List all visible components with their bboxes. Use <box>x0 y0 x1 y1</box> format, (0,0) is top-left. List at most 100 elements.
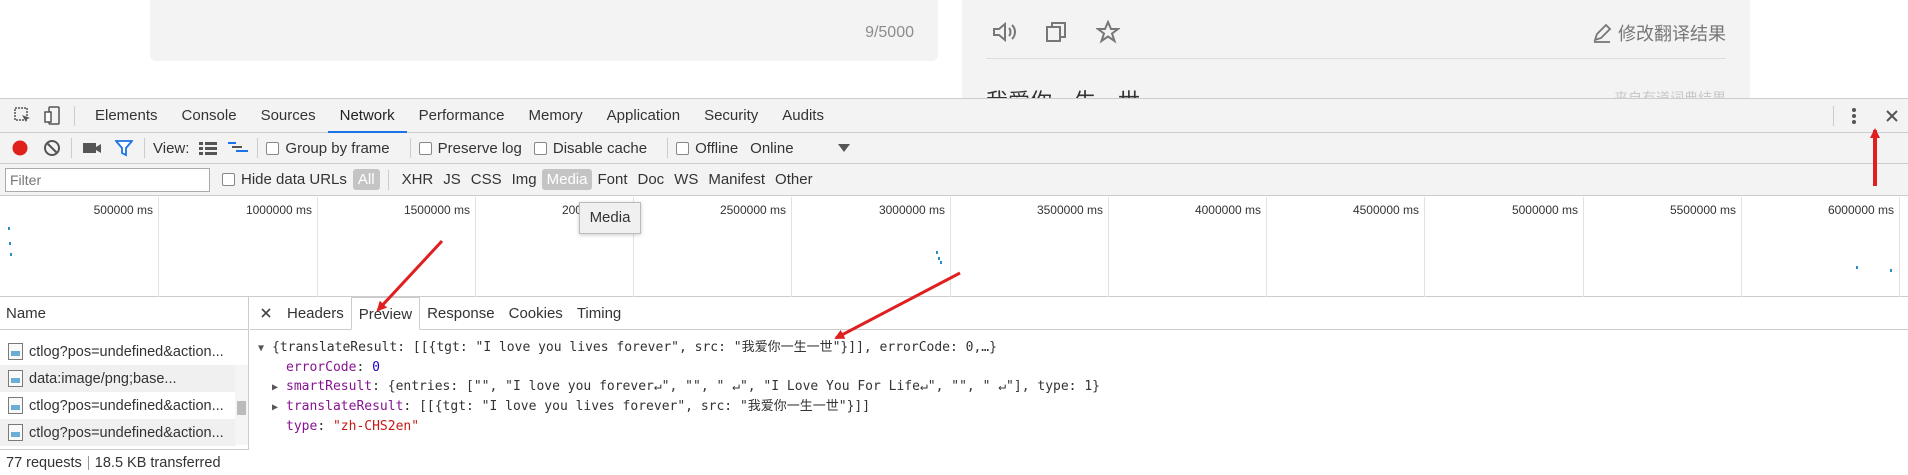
dropdown-arrow-icon <box>837 144 850 152</box>
timeline-tick-label: 1500000 ms <box>403 203 470 217</box>
dictionary-note: 来自有道词典结果 <box>1614 90 1726 98</box>
tab-audits[interactable]: Audits <box>770 99 836 133</box>
preview-smartresult-line[interactable]: ▶ smartResult: {entries: ["", "I love you… <box>258 377 1908 397</box>
toolbar-separator-3 <box>257 138 259 158</box>
request-row[interactable]: data:image/png;base... <box>0 365 236 392</box>
timeline-tick-label: 500000 ms <box>93 203 153 217</box>
disable-cache-box[interactable] <box>533 141 547 155</box>
type-key: type <box>286 419 318 434</box>
source-input-box[interactable]: 9/5000 <box>150 0 938 61</box>
request-row[interactable]: ctlog?pos=undefined&action... <box>0 419 236 446</box>
tab-application[interactable]: Application <box>595 99 692 133</box>
timeline-gridline: 1500000 ms <box>404 197 476 297</box>
preview-root-summary: {translateResult: [[{tgt: "I love you li… <box>272 340 997 355</box>
timeline-tick-label: 4500000 ms <box>1352 203 1419 217</box>
detail-tab-cookies[interactable]: Cookies <box>502 297 570 330</box>
more-options-icon[interactable] <box>1842 101 1866 131</box>
hide-data-urls-box[interactable] <box>222 173 235 186</box>
edit-result-link[interactable]: 修改翻译结果 <box>1592 20 1726 46</box>
network-toolbar: View: Group by frame Preserve log Disabl… <box>0 133 1908 164</box>
disable-cache-checkbox[interactable]: Disable cache <box>533 140 647 157</box>
group-by-frame-box[interactable] <box>266 141 280 155</box>
waterfall-overview-icon[interactable] <box>227 137 249 159</box>
record-icon[interactable] <box>9 137 31 159</box>
detail-tab-headers[interactable]: Headers <box>280 297 351 330</box>
collapsed-triangle-icon[interactable]: ▶ <box>272 378 286 397</box>
tab-elements[interactable]: Elements <box>83 99 170 133</box>
timeline-tick-label: 3500000 ms <box>1036 203 1103 217</box>
star-icon[interactable] <box>1094 18 1122 46</box>
toolbar-separator-5 <box>667 138 669 158</box>
type-filter-manifest[interactable]: Manifest <box>703 169 770 190</box>
preserve-log-label: Preserve log <box>437 139 522 157</box>
tab-console[interactable]: Console <box>170 99 249 133</box>
translateresult-key: translateResult <box>286 399 404 414</box>
type-filter-media[interactable]: Media <box>541 169 593 190</box>
speaker-icon[interactable] <box>990 18 1018 46</box>
large-rows-icon[interactable] <box>197 137 219 159</box>
request-list-scrollbar[interactable] <box>235 365 248 445</box>
image-file-icon <box>8 424 23 441</box>
clear-icon[interactable] <box>41 137 63 159</box>
copy-icon[interactable] <box>1042 18 1070 46</box>
type-filter-doc[interactable]: Doc <box>632 169 669 190</box>
preserve-log-box[interactable] <box>418 141 432 155</box>
timeline-gridline: 5000000 ms <box>1512 197 1584 297</box>
timeline-gridline: 5500000 ms <box>1670 197 1742 297</box>
type-filter-js[interactable]: JS <box>438 169 466 190</box>
expanded-triangle-icon[interactable]: ▼ <box>258 339 272 358</box>
group-by-frame-checkbox[interactable]: Group by frame <box>266 139 390 157</box>
tab-security[interactable]: Security <box>692 99 770 133</box>
type-filter-css[interactable]: CSS <box>466 169 507 190</box>
type-filter-ws[interactable]: WS <box>669 169 703 190</box>
type-filter-img[interactable]: Img <box>507 169 542 190</box>
screenshot-camera-icon[interactable] <box>80 137 104 159</box>
type-filter-xhr[interactable]: XHR <box>397 169 439 190</box>
preview-translateresult-line[interactable]: ▶ translateResult: [[{tgt: "I love you li… <box>258 397 1908 417</box>
hide-data-urls-checkbox[interactable]: Hide data URLs <box>222 171 347 188</box>
offline-checkbox[interactable]: Offline <box>676 140 738 157</box>
type-filter-other[interactable]: Other <box>770 169 818 190</box>
close-detail-icon[interactable] <box>256 303 276 323</box>
pencil-icon <box>1592 23 1612 43</box>
offline-box[interactable] <box>676 141 690 155</box>
type-value: "zh-CHS2en" <box>332 419 420 434</box>
filter-input[interactable] <box>5 167 210 192</box>
scrollbar-thumb[interactable] <box>237 401 246 415</box>
preview-errorcode-line: errorCode: 0 <box>286 360 380 375</box>
preserve-log-checkbox[interactable]: Preserve log <box>418 139 522 157</box>
toolbar-separator-2 <box>144 138 145 158</box>
result-box: 修改翻译结果 我爱你一生一世 来自有道词典结果 <box>962 0 1750 98</box>
tab-sources[interactable]: Sources <box>249 99 328 133</box>
close-devtools-icon[interactable] <box>1880 101 1904 131</box>
name-column-header[interactable]: Name <box>0 297 248 330</box>
request-row[interactable]: ctlog?pos=undefined&action... <box>0 392 236 419</box>
detail-tab-response[interactable]: Response <box>420 297 502 330</box>
throttle-select[interactable]: Online <box>750 140 850 157</box>
tab-network[interactable]: Network <box>327 99 407 133</box>
request-row[interactable]: ctlog?pos=undefined&action... <box>0 338 236 365</box>
detail-tab-timing[interactable]: Timing <box>570 297 628 330</box>
request-name: ctlog?pos=undefined&action... <box>29 424 224 441</box>
result-divider <box>986 58 1726 59</box>
preview-root-line[interactable]: ▼ {translateResult: [[{tgt: "I love you l… <box>258 338 1908 358</box>
collapsed-triangle-icon[interactable]: ▶ <box>272 398 286 417</box>
timeline-request-mark <box>940 261 942 264</box>
translation-result-text: 我爱你一生一世 <box>986 84 1140 98</box>
tab-memory[interactable]: Memory <box>517 99 595 133</box>
group-by-frame-label: Group by frame <box>285 139 390 157</box>
smartresult-key: smartResult <box>286 379 373 394</box>
request-name: data:image/png;base... <box>29 370 177 387</box>
errorcode-key: errorCode <box>286 360 357 375</box>
tab-performance[interactable]: Performance <box>407 99 517 133</box>
network-overview-timeline[interactable]: 500000 ms 1000000 ms 1500000 ms 2000000 … <box>0 197 1908 297</box>
inspect-element-icon[interactable] <box>10 103 36 129</box>
detail-tab-preview[interactable]: Preview <box>350 296 421 330</box>
type-filter-font[interactable]: Font <box>592 169 632 190</box>
device-toolbar-icon[interactable] <box>40 103 66 129</box>
status-separator <box>87 456 89 470</box>
result-tools <box>990 18 1122 46</box>
filter-funnel-icon[interactable] <box>112 137 136 159</box>
edit-result-label: 修改翻译结果 <box>1618 24 1726 44</box>
type-filter-all[interactable]: All <box>352 169 380 190</box>
